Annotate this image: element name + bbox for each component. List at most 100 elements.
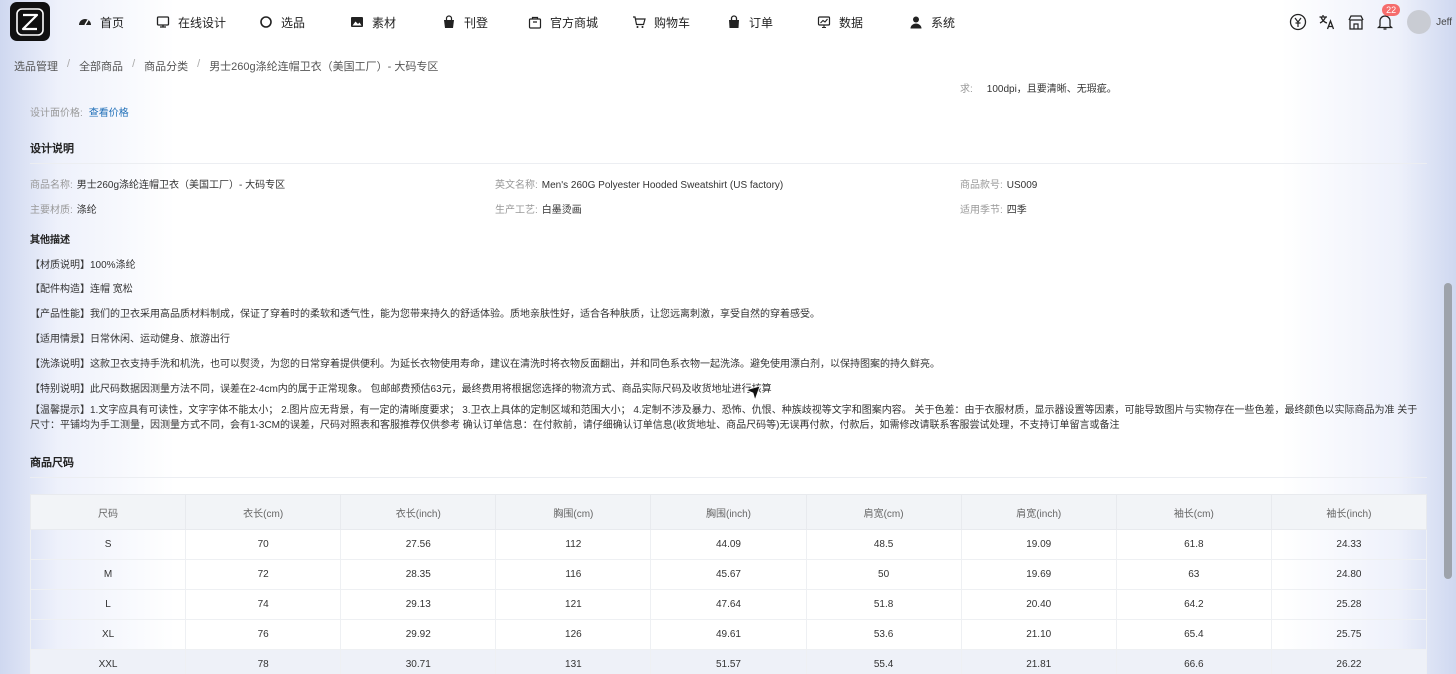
- table-cell: 30.71: [340, 649, 497, 674]
- image-icon: [350, 15, 364, 29]
- translate-icon[interactable]: [1318, 13, 1336, 31]
- breadcrumb-item[interactable]: 选品管理: [14, 58, 58, 74]
- nav-item-cart[interactable]: 购物车: [632, 0, 727, 44]
- table-cell: 53.6: [805, 619, 962, 650]
- table-cell: 50: [805, 559, 962, 590]
- avatar[interactable]: [1407, 10, 1432, 34]
- table-cell: S: [30, 529, 187, 560]
- table-row: S 70 27.56 112 44.09 48.5 19.09 61.8 24.33: [30, 529, 1427, 560]
- breadcrumb-item[interactable]: 商品分类: [144, 58, 188, 74]
- breadcrumb: 选品管理 / 全部商品 / 商品分类 / 男士260g涤纶连帽卫衣（美国工厂）-…: [14, 58, 438, 74]
- table-cell: 19.69: [960, 559, 1117, 590]
- description-line: 【洗涤说明】这款卫衣支持手洗和机洗，也可以熨烫，为您的日常穿着提供便利。为延长衣…: [30, 359, 940, 370]
- table-row: L 74 29.13 121 47.64 51.8 20.40 64.2 25.28: [30, 589, 1427, 620]
- notification-bell[interactable]: 22: [1376, 4, 1401, 31]
- table-cell: 51.8: [805, 589, 962, 620]
- user-name[interactable]: Jeff: [1436, 17, 1452, 28]
- header-tools: 22 Jeff: [1289, 0, 1456, 44]
- user-icon: [909, 15, 923, 29]
- cart-icon: [632, 15, 646, 29]
- nav-label: 购物车: [654, 15, 691, 30]
- table-cell: 48.5: [805, 529, 962, 560]
- order-bag-icon: [727, 15, 741, 29]
- divider: [30, 477, 1427, 478]
- vertical-scrollbar[interactable]: [1440, 76, 1456, 674]
- store-icon: [528, 15, 542, 29]
- table-cell: 21.10: [960, 619, 1117, 650]
- bag-icon: [442, 15, 456, 29]
- table-cell: 70: [185, 529, 342, 560]
- english-name-field: 英文名称: Men's 260G Polyester Hooded Sweatsh…: [495, 176, 783, 191]
- table-cell: 126: [495, 619, 652, 650]
- table-cell: 63: [1115, 559, 1272, 590]
- table-cell: 66.6: [1115, 649, 1272, 674]
- table-row: XL 76 29.92 126 49.61 53.6 21.10 65.4 25.75: [30, 619, 1427, 650]
- table-cell: 29.92: [340, 619, 497, 650]
- table-cell: 78: [185, 649, 342, 674]
- field-label: 商品款号:: [960, 180, 1003, 191]
- table-cell: XL: [30, 619, 187, 650]
- field-value: US009: [1006, 180, 1038, 191]
- column-header: 胸围(inch): [650, 494, 807, 530]
- nav-item-selection[interactable]: 选品: [259, 0, 350, 44]
- nav-item-online-design[interactable]: 在线设计: [156, 0, 259, 44]
- app-logo[interactable]: [10, 2, 50, 41]
- column-header: 衣长(cm): [185, 494, 342, 530]
- breadcrumb-item[interactable]: 全部商品: [79, 58, 123, 74]
- table-cell: 74: [185, 589, 342, 620]
- description-line: 【特别说明】此尺码数据因测量方法不同，误差在2-4cm内的属于正常现象。 包邮邮…: [30, 384, 772, 395]
- currency-icon[interactable]: [1289, 13, 1307, 31]
- process-field: 生产工艺: 白墨烫画: [495, 201, 582, 216]
- table-cell: 112: [495, 529, 652, 560]
- column-header: 胸围(cm): [495, 494, 652, 530]
- nav-label: 首页: [100, 15, 125, 30]
- chart-icon: [817, 15, 831, 29]
- table-cell: XXL: [30, 649, 187, 674]
- nav-item-materials[interactable]: 素材: [350, 0, 442, 44]
- nav-label: 素材: [372, 15, 397, 30]
- requirement-label: 求:: [960, 84, 973, 95]
- field-label: 生产工艺:: [495, 205, 538, 216]
- field-label: 商品名称:: [30, 180, 73, 191]
- view-price-link[interactable]: 查看价格: [89, 108, 129, 119]
- description-line: 【适用情景】日常休闲、运动健身、旅游出行: [30, 334, 230, 345]
- column-header: 袖长(inch): [1270, 494, 1427, 530]
- table-cell: 21.81: [960, 649, 1117, 674]
- nav-item-home[interactable]: 首页: [78, 0, 156, 44]
- product-code-field: 商品款号: US009: [960, 176, 1037, 191]
- nav-item-publish[interactable]: 刊登: [442, 0, 528, 44]
- nav-item-data[interactable]: 数据: [817, 0, 909, 44]
- table-cell: 24.80: [1270, 559, 1427, 590]
- column-header: 肩宽(inch): [960, 494, 1117, 530]
- table-cell: 25.75: [1270, 619, 1427, 650]
- table-cell: 29.13: [340, 589, 497, 620]
- description-line: 【材质说明】100%涤纶: [30, 260, 136, 271]
- nav-label: 数据: [839, 15, 864, 30]
- nav-item-orders[interactable]: 订单: [727, 0, 817, 44]
- top-navbar: 首页 在线设计 选品 素材 刊登 官方商城 购物车 订单 数据 系统 22 Je…: [0, 0, 1456, 44]
- warm-tips: 【温馨提示】1.文字应具有可读性，文字字体不能太小； 2.图片应无背景，有一定的…: [30, 405, 1418, 431]
- table-cell: 44.09: [650, 529, 807, 560]
- nav-label: 系统: [931, 15, 956, 30]
- nav-label: 官方商城: [550, 15, 599, 30]
- scrollbar-thumb[interactable]: [1444, 283, 1452, 579]
- field-value: 涤纶: [76, 205, 97, 216]
- table-cell: 47.64: [650, 589, 807, 620]
- nav-item-system[interactable]: 系统: [909, 0, 989, 44]
- field-label: 英文名称:: [495, 180, 538, 191]
- nav-label: 订单: [749, 15, 774, 30]
- table-cell: 61.8: [1115, 529, 1272, 560]
- table-cell: 26.22: [1270, 649, 1427, 674]
- column-header: 衣长(inch): [340, 494, 497, 530]
- nav-item-official-store[interactable]: 官方商城: [528, 0, 632, 44]
- table-cell: 28.35: [340, 559, 497, 590]
- divider: [30, 163, 1427, 164]
- table-cell: 131: [495, 649, 652, 674]
- logo-z-icon: [16, 7, 44, 36]
- main-nav: 首页 在线设计 选品 素材 刊登 官方商城 购物车 订单 数据 系统: [78, 0, 989, 44]
- design-price-row: 设计面价格: 查看价格: [30, 104, 129, 119]
- season-field: 适用季节: 四季: [960, 201, 1027, 216]
- column-header: 肩宽(cm): [805, 494, 962, 530]
- table-cell: 55.4: [805, 649, 962, 674]
- shop-icon[interactable]: [1347, 13, 1365, 31]
